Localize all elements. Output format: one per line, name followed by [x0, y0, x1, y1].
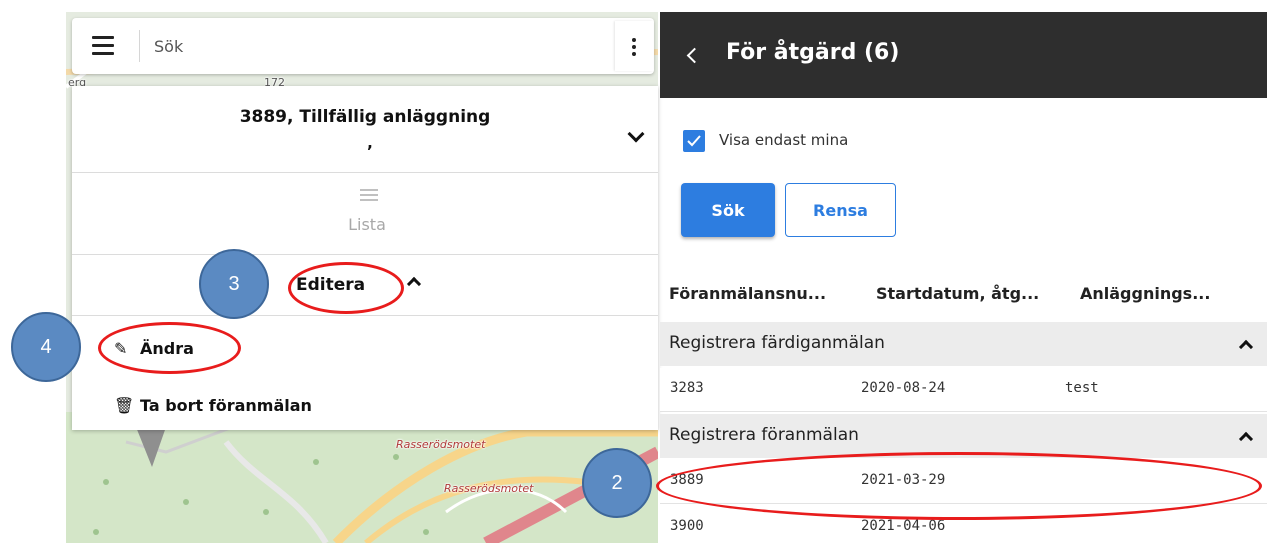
divider: [72, 315, 658, 316]
list-icon: [360, 189, 378, 205]
delete-menu-item[interactable]: 🗑 Ta bort föranmälan: [114, 396, 312, 415]
search-bar: [72, 18, 654, 74]
column-header-nr[interactable]: Föranmälansnu...: [669, 284, 826, 303]
search-input[interactable]: [154, 32, 574, 60]
group-label: Registrera föranmälan: [669, 425, 859, 445]
search-button[interactable]: Sök: [681, 183, 775, 237]
table-row[interactable]: 3283 2020-08-24 test: [660, 368, 1267, 412]
annotation-ellipse: [98, 322, 241, 374]
cell-facility: test: [1065, 380, 1099, 396]
trash-icon: 🗑: [114, 396, 135, 415]
check-icon: [687, 135, 701, 147]
menu-icon[interactable]: [92, 36, 114, 56]
cell-date: 2021-04-06: [861, 518, 946, 534]
divider: [139, 30, 140, 62]
delete-label: Ta bort föranmälan: [140, 396, 312, 415]
annotation-ellipse: [656, 452, 1262, 520]
only-mine-label: Visa endast mina: [719, 131, 849, 149]
group-header[interactable]: Registrera färdiganmälan: [660, 322, 1267, 366]
map-place-label: Rasserödsmotet: [396, 438, 486, 451]
group-label: Registrera färdiganmälan: [669, 333, 885, 353]
divider: [72, 172, 658, 173]
map-place-label: Rasserödsmotet: [444, 482, 534, 495]
feature-title: 3889, Tillfällig anläggning: [239, 107, 491, 127]
column-header-facility[interactable]: Anläggnings...: [1080, 284, 1210, 303]
divider: [72, 254, 658, 255]
cell-nr: 3900: [670, 518, 704, 534]
back-icon[interactable]: [686, 47, 703, 64]
column-header-date[interactable]: Startdatum, åtg...: [876, 284, 1039, 303]
only-mine-checkbox[interactable]: [683, 130, 705, 152]
cell-nr: 3283: [670, 380, 704, 396]
annotation-ellipse: [288, 262, 404, 314]
lista-label: Lista: [348, 215, 386, 234]
feature-subtitle: ,: [367, 134, 373, 152]
step-badge: 2: [582, 448, 652, 518]
feature-panel: 3889, Tillfällig anläggning , Lista Edit…: [72, 86, 658, 430]
chevron-up-icon: [406, 276, 422, 292]
chevron-up-icon: [1238, 431, 1254, 447]
page-title: För åtgärd (6): [726, 40, 900, 65]
more-vert-icon[interactable]: [615, 21, 653, 71]
cell-date: 2020-08-24: [861, 380, 946, 396]
clear-button[interactable]: Rensa: [785, 183, 896, 237]
step-badge: 3: [199, 249, 269, 319]
chevron-up-icon: [1238, 339, 1254, 355]
panel-header: För åtgärd (6): [660, 12, 1267, 98]
step-badge: 4: [11, 312, 81, 382]
